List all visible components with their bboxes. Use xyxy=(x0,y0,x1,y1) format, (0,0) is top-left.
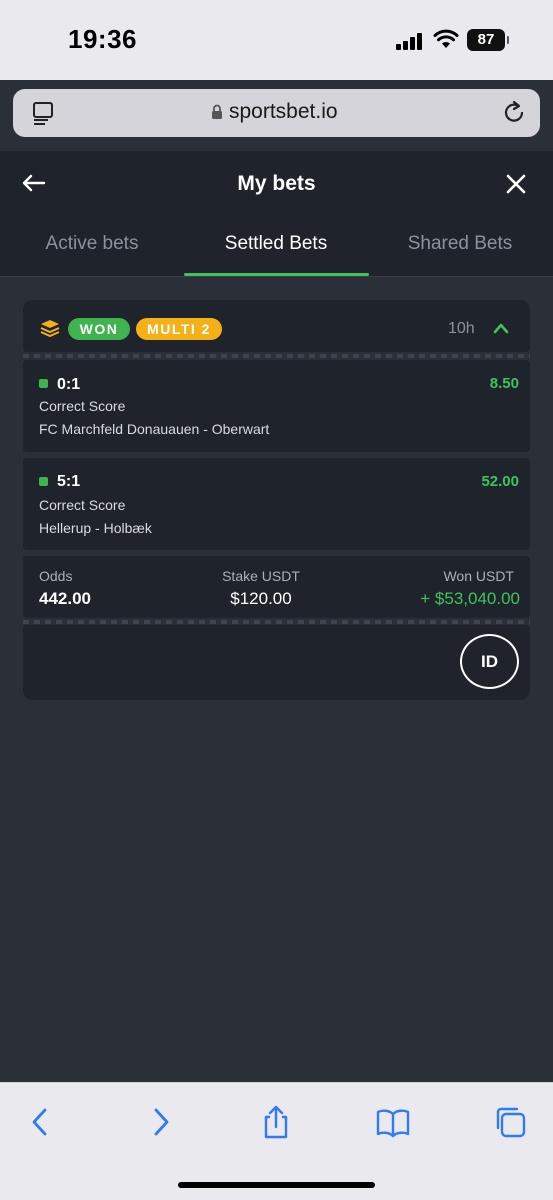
battery-icon: 87 xyxy=(467,29,509,51)
won-value: + $53,040.00 xyxy=(420,589,520,608)
leg-score: 5:1 xyxy=(57,473,81,490)
share-icon[interactable] xyxy=(259,1105,293,1139)
tab-shared-bets[interactable]: Shared Bets xyxy=(368,233,552,255)
cellular-signal-icon xyxy=(396,32,426,50)
bet-card-footer: ID xyxy=(23,625,530,700)
bookmarks-icon[interactable] xyxy=(376,1105,410,1139)
leg-event: FC Marchfeld Donauauen - Oberwart xyxy=(39,421,270,437)
leg-market: Correct Score xyxy=(39,398,126,414)
leg-odds: 52.00 xyxy=(481,473,519,490)
app-header: My bets Active bets Settled Bets Shared … xyxy=(0,151,553,277)
status-time: 19:36 xyxy=(68,24,137,54)
stake-value: $120.00 xyxy=(230,589,292,608)
status-bar: 19:36 87 xyxy=(0,0,553,80)
leg-market: Correct Score xyxy=(39,497,126,513)
home-indicator xyxy=(178,1182,375,1188)
lock-icon xyxy=(212,104,222,119)
bet-summary: Odds 442.00 Stake USDT $120.00 Won USDT … xyxy=(23,556,530,618)
leg-status-dot xyxy=(39,477,48,486)
leg-event: Hellerup - Holbæk xyxy=(39,520,152,536)
chevron-up-icon[interactable] xyxy=(493,322,509,334)
forward-icon[interactable] xyxy=(143,1105,177,1139)
divider xyxy=(23,354,530,358)
close-icon[interactable] xyxy=(504,172,528,196)
leg-score: 0:1 xyxy=(57,376,81,393)
leg-status-dot xyxy=(39,379,48,388)
tab-settled-bets[interactable]: Settled Bets xyxy=(184,233,368,255)
back-icon[interactable] xyxy=(24,1105,58,1139)
bet-tabs: Active bets Settled Bets Shared Bets xyxy=(0,231,553,277)
odds-label: Odds xyxy=(39,568,73,584)
layers-icon xyxy=(40,320,60,337)
url-text[interactable]: sportsbet.io xyxy=(229,100,338,124)
browser-toolbar xyxy=(0,1082,553,1200)
divider xyxy=(23,620,530,624)
page-title: My bets xyxy=(237,172,316,195)
tab-active-bets[interactable]: Active bets xyxy=(0,233,184,255)
leg-odds: 8.50 xyxy=(489,375,519,392)
address-bar[interactable]: sportsbet.io xyxy=(13,89,540,137)
tabs-icon[interactable] xyxy=(494,1105,528,1139)
active-tab-indicator xyxy=(184,273,369,276)
bet-leg: 0:1 8.50 Correct Score FC Marchfeld Dona… xyxy=(23,360,530,452)
bet-id-button[interactable]: ID xyxy=(460,634,519,689)
stake-label: Stake USDT xyxy=(222,568,300,584)
bet-leg: 5:1 52.00 Correct Score Hellerup - Holbæ… xyxy=(23,458,530,550)
multi-badge: MULTI 2 xyxy=(136,318,222,340)
bet-time-ago: 10h xyxy=(448,320,475,337)
page-menu-icon[interactable] xyxy=(31,101,55,125)
wifi-icon xyxy=(433,29,459,48)
odds-value: 442.00 xyxy=(39,589,91,608)
bet-card-header[interactable]: WON MULTI 2 10h xyxy=(23,300,530,352)
won-label: Won USDT xyxy=(443,568,514,584)
reload-icon[interactable] xyxy=(501,99,527,125)
won-badge: WON xyxy=(68,318,130,340)
